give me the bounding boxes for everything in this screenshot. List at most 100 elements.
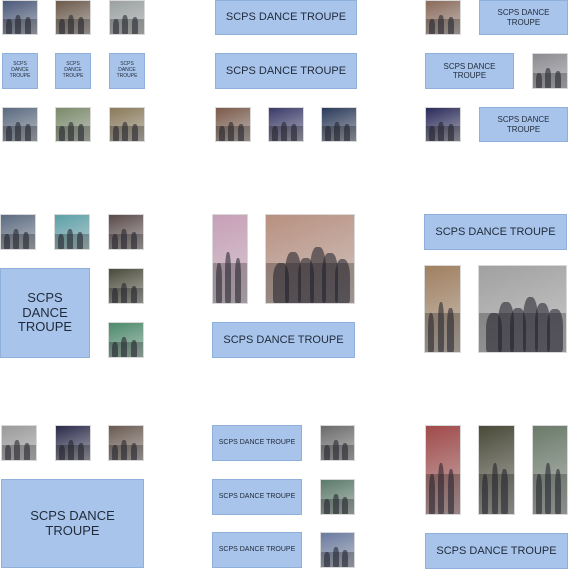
photo-tl-3 [109, 0, 145, 35]
person-figure [554, 469, 561, 514]
person-figure [68, 121, 75, 141]
person-figure [58, 126, 65, 141]
photo-tl-2 [55, 0, 91, 35]
person-figure [4, 444, 11, 460]
photo-tc-3 [321, 107, 357, 142]
person-figure [535, 474, 542, 514]
person-figure [438, 462, 445, 514]
troupe-label-mr: SCPS DANCE TROUPE [424, 214, 567, 250]
person-figure [323, 551, 330, 567]
person-figure [15, 121, 22, 141]
person-figure [545, 68, 552, 88]
photo-br-2 [478, 425, 515, 515]
person-figure [23, 442, 30, 460]
person-figure [13, 229, 20, 249]
person-figure [447, 469, 454, 514]
person-figure [334, 121, 341, 141]
person-figure [24, 124, 31, 141]
troupe-label-tr-2: SCPS DANCE TROUPE [425, 53, 514, 89]
photo-ml-3 [108, 214, 144, 250]
person-figure [437, 302, 444, 352]
person-figure [427, 313, 435, 352]
person-figure [501, 469, 508, 514]
person-figure [121, 283, 128, 303]
troupe-label-tr-1: SCPS DANCE TROUPE [479, 0, 568, 35]
person-figure [122, 14, 129, 34]
person-figure [281, 121, 288, 141]
troupe-label-tl-1: SCPS DANCE TROUPE [2, 53, 38, 89]
person-figure [225, 251, 232, 303]
person-figure [131, 17, 138, 34]
person-figure [130, 231, 137, 249]
person-figure [22, 231, 29, 249]
troupe-label-ml: SCPS DANCE TROUPE [0, 268, 90, 358]
troupe-label-bc-1: SCPS DANCE TROUPE [212, 425, 302, 461]
person-figure [342, 496, 349, 514]
person-figure [323, 498, 330, 514]
person-figure [438, 14, 445, 34]
troupe-label-tl-3: SCPS DANCE TROUPE [109, 53, 145, 89]
person-figure [112, 126, 119, 141]
photo-tl-6 [109, 107, 145, 142]
person-figure [77, 124, 84, 141]
person-figure [481, 474, 489, 514]
person-figure [112, 19, 119, 34]
photo-bc-1 [320, 425, 355, 461]
person-figure [68, 14, 75, 34]
photo-tr-2 [532, 53, 568, 89]
person-figure [111, 341, 118, 357]
person-figure [428, 126, 435, 141]
person-figure [130, 442, 137, 460]
photo-ml-2 [54, 214, 90, 250]
person-figure [15, 14, 22, 34]
person-figure [342, 442, 349, 460]
person-figure [58, 19, 65, 34]
person-figure [77, 442, 84, 460]
photo-br-3 [532, 425, 568, 515]
person-figure [332, 547, 339, 567]
person-figure [122, 121, 129, 141]
person-figure [111, 444, 118, 460]
person-figure [438, 121, 445, 141]
person-figure [111, 233, 118, 249]
photo-tr-1 [425, 0, 461, 35]
troupe-label-mc: SCPS DANCE TROUPE [212, 322, 355, 358]
person-figure [5, 126, 12, 141]
person-figure [428, 19, 435, 34]
person-figure [5, 19, 12, 34]
person-figure [545, 462, 552, 514]
person-figure [121, 337, 128, 357]
person-figure [535, 72, 542, 88]
person-figure [130, 285, 137, 303]
photo-ml-1 [0, 214, 36, 250]
person-figure [3, 233, 10, 249]
photo-mc-strip [212, 214, 248, 304]
person-figure [234, 258, 241, 303]
photo-mr-2 [478, 265, 567, 353]
photo-tr-3 [425, 107, 461, 142]
photo-mr-1 [424, 265, 461, 353]
collage-canvas: SCPS DANCE TROUPE SCPS DANCE TROUPE SCPS… [0, 0, 569, 573]
photo-tc-1 [215, 107, 251, 142]
photo-bc-2 [320, 479, 355, 515]
photo-bl-1 [1, 425, 37, 461]
person-figure [57, 233, 64, 249]
person-figure [334, 259, 351, 303]
photo-br-1 [425, 425, 461, 515]
person-figure [491, 462, 498, 514]
troupe-label-tc-2: SCPS DANCE TROUPE [215, 53, 357, 89]
person-figure [342, 549, 349, 567]
person-figure [218, 126, 225, 141]
person-figure [58, 444, 65, 460]
troupe-label-tr-3: SCPS DANCE TROUPE [479, 107, 568, 142]
photo-tl-5 [55, 107, 91, 142]
photo-bc-3 [320, 532, 355, 568]
person-figure [290, 124, 297, 141]
person-figure [121, 440, 128, 460]
troupe-label-bl: SCPS DANCE TROUPE [1, 479, 144, 568]
person-figure [228, 121, 235, 141]
photo-bl-2 [55, 425, 91, 461]
photo-bl-3 [108, 425, 144, 461]
person-figure [14, 440, 21, 460]
person-figure [447, 308, 454, 352]
